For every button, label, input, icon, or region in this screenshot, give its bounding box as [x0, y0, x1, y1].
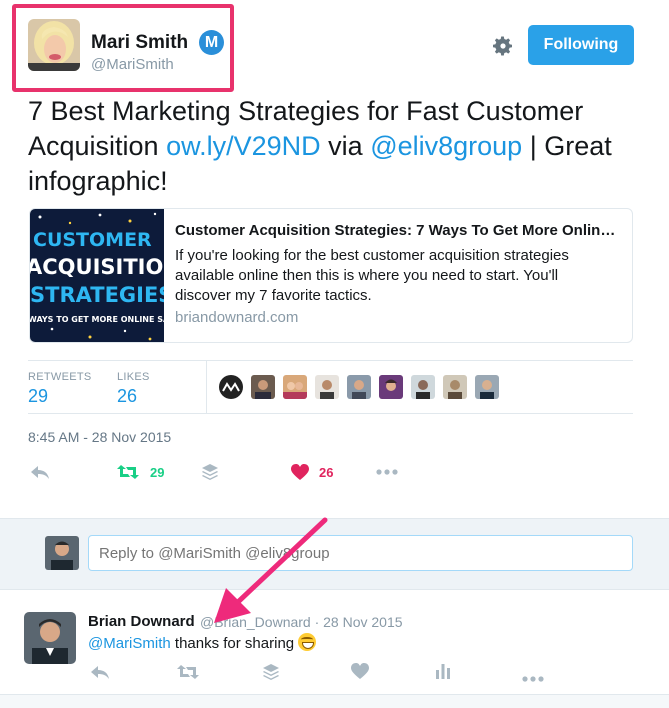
reply-body: thanks for sharing [170, 635, 295, 652]
tweet-via: via [320, 131, 371, 161]
card-description: If you're looking for the best customer … [175, 247, 569, 304]
likes-label[interactable]: LIKES [117, 371, 150, 383]
liker-avatar[interactable] [443, 375, 467, 399]
reply-like-action[interactable] [351, 663, 371, 681]
heart-icon [351, 663, 369, 679]
author-name[interactable]: Mari Smith [91, 32, 188, 54]
tweet-text: 7 Best Marketing Strategies for Fast Cus… [28, 94, 638, 199]
stats-vertical-divider [206, 361, 207, 413]
reply-retweet-action[interactable] [176, 663, 200, 681]
tweet-timestamp[interactable]: 8:45 AM - 28 Nov 2015 [28, 429, 171, 445]
like-action[interactable]: 26 [291, 461, 333, 483]
reply-mention[interactable]: @MariSmith [88, 635, 171, 652]
likes-value[interactable]: 26 [117, 386, 137, 407]
buffer-action[interactable] [201, 461, 219, 483]
tweet-link[interactable]: ow.ly/V29ND [166, 131, 321, 161]
retweet-icon [177, 665, 199, 679]
reply-author-handle-date[interactable]: @Brian_Downard · 28 Nov 2015 [200, 614, 403, 630]
liker-avatar[interactable] [251, 375, 275, 399]
more-action[interactable] [376, 461, 398, 483]
reply-text: @MariSmith thanks for sharing [88, 633, 317, 652]
reply-action[interactable] [30, 461, 50, 483]
heart-icon [291, 463, 309, 480]
following-button[interactable]: Following [528, 25, 634, 65]
reply-author-avatar[interactable] [24, 612, 76, 664]
tweet-mention[interactable]: @eliv8group [370, 131, 522, 161]
reply-buffer-action[interactable] [262, 663, 282, 681]
liker-avatar[interactable] [347, 375, 371, 399]
gear-icon[interactable] [491, 34, 515, 58]
stats-divider-top [28, 360, 633, 361]
tweet-page: Mari Smith M @MariSmith Following 7 Best… [0, 0, 669, 708]
retweet-icon [117, 465, 139, 479]
more-icon [376, 469, 398, 475]
liker-avatar[interactable] [411, 375, 435, 399]
reply-author-name[interactable]: Brian Downard [88, 613, 195, 630]
card-title[interactable]: Customer Acquisition Strategies: 7 Ways … [175, 222, 625, 239]
author-handle[interactable]: @MariSmith [91, 56, 174, 73]
analytics-icon [436, 664, 450, 679]
card-image-line-4: WAYS TO GET MORE ONLINE SALE [30, 315, 164, 324]
card-image-line-2: ACQUISITION [30, 255, 164, 279]
card-domain[interactable]: briandownard.com [175, 309, 298, 326]
retweet-count: 29 [150, 464, 165, 480]
author-avatar[interactable] [28, 19, 80, 71]
card-image-line-1: CUSTOMER [33, 229, 152, 251]
smile-emoji-icon [298, 633, 317, 651]
reply-icon [91, 666, 109, 679]
layers-icon [202, 464, 218, 480]
reply-input[interactable] [88, 535, 633, 571]
like-count: 26 [319, 464, 334, 480]
liker-avatar[interactable] [315, 375, 339, 399]
card-image[interactable]: CUSTOMER ACQUISITION STRATEGIES WAYS TO … [30, 209, 164, 342]
liker-avatar[interactable] [379, 375, 403, 399]
stats-divider-bottom [28, 413, 633, 414]
verified-badge-icon: M [199, 30, 224, 55]
retweet-action[interactable]: 29 [116, 461, 164, 483]
reply-icon [31, 466, 49, 479]
link-card[interactable]: CUSTOMER ACQUISITION STRATEGIES WAYS TO … [29, 208, 633, 343]
liker-avatar[interactable] [219, 375, 243, 399]
liker-avatar[interactable] [283, 375, 307, 399]
more-icon [522, 676, 544, 682]
card-image-line-3: STRATEGIES [30, 283, 164, 307]
liker-avatar[interactable] [475, 375, 499, 399]
reply-more-action[interactable] [522, 669, 544, 687]
reply-reply-action[interactable] [90, 663, 110, 681]
retweets-label[interactable]: RETWEETS [28, 371, 92, 383]
reply-analytics-action[interactable] [435, 663, 455, 681]
current-user-avatar [45, 536, 79, 570]
retweets-value[interactable]: 29 [28, 386, 48, 407]
bottom-strip [0, 695, 669, 708]
layers-icon [263, 664, 279, 680]
